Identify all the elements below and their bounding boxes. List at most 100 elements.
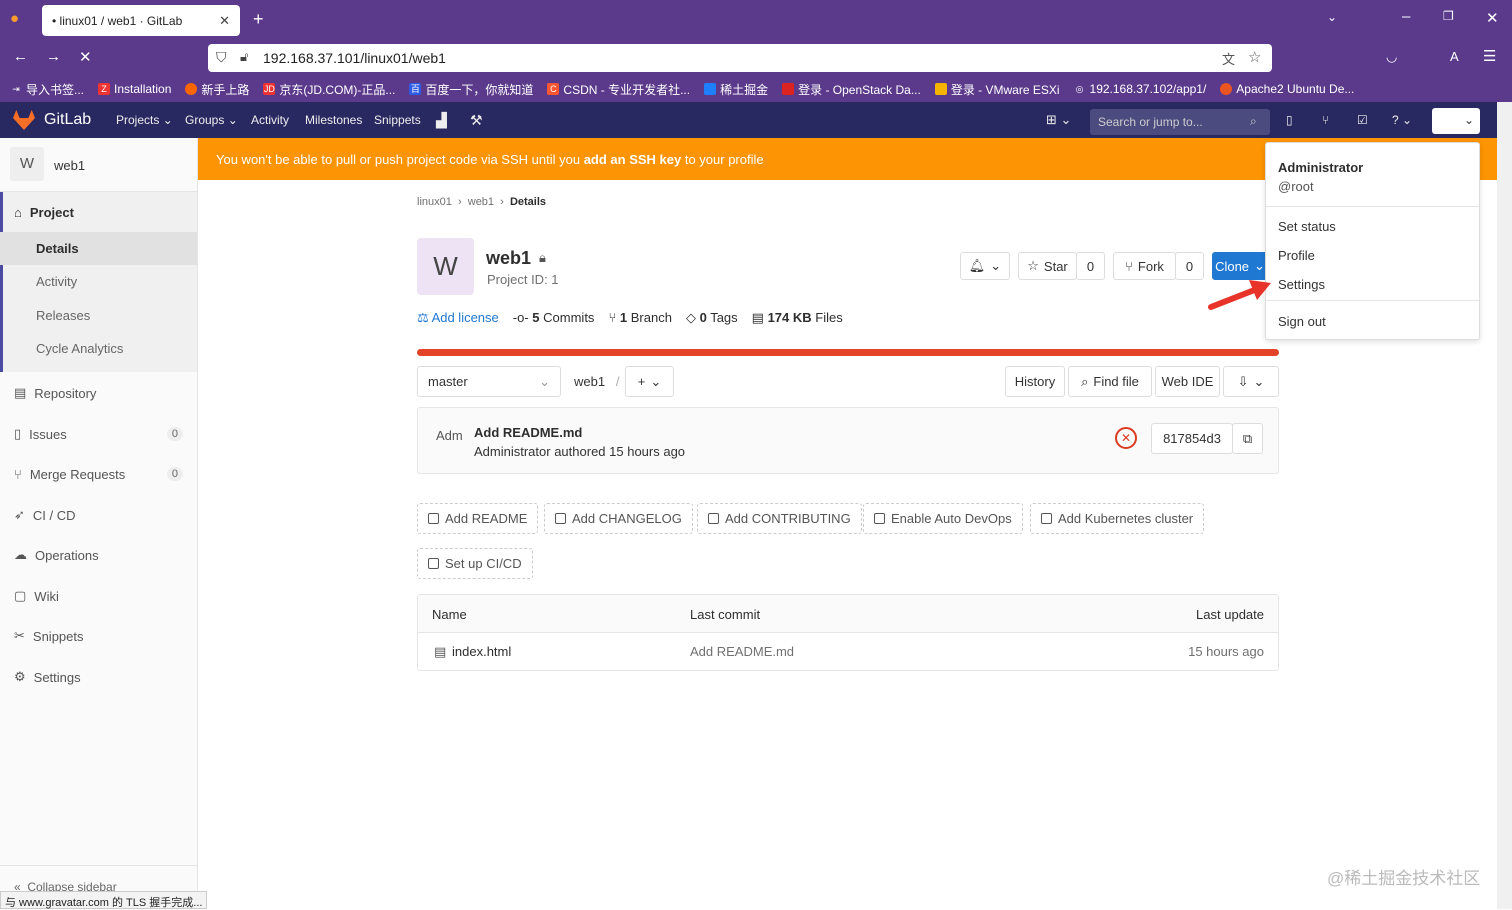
- search-input[interactable]: Search or jump to... ⌕: [1090, 109, 1270, 135]
- fork-count[interactable]: 0: [1175, 252, 1204, 280]
- translate-icon[interactable]: A: [1450, 49, 1459, 64]
- brand-name[interactable]: GitLab: [44, 111, 91, 129]
- bookmark-item[interactable]: Z Installation: [98, 82, 171, 96]
- copy-sha-button[interactable]: ⧉: [1232, 423, 1263, 454]
- menu-icon[interactable]: ☰: [1483, 47, 1496, 65]
- files-link[interactable]: ▤ 174 KB Files: [752, 310, 843, 326]
- sidebar-sub-activity[interactable]: Activity: [0, 265, 197, 298]
- star-button[interactable]: ☆ Star: [1018, 252, 1077, 280]
- star-count[interactable]: 0: [1076, 252, 1105, 280]
- wrench-icon[interactable]: ⚒: [470, 102, 483, 138]
- setup-ci-cd-button[interactable]: Set up CI/CD: [417, 548, 533, 579]
- bookmark-item[interactable]: 登录 - VMware ESXi: [934, 81, 1060, 98]
- add-ssh-key-link[interactable]: add an SSH key: [584, 152, 682, 167]
- nav-activity[interactable]: Activity: [251, 102, 289, 138]
- browser-tab[interactable]: • linux01 / web1 · GitLab ✕: [42, 5, 240, 36]
- sidebar-item-project[interactable]: ⌂ Project: [0, 192, 197, 232]
- breadcrumb-web1[interactable]: web1: [468, 196, 494, 208]
- clone-button[interactable]: Clone ⌄: [1212, 252, 1268, 280]
- pocket-icon[interactable]: ◡: [1386, 49, 1397, 65]
- sidebar-item-ci-cd[interactable]: ➶ CI / CD: [0, 495, 197, 535]
- sidebar-sub-details[interactable]: Details: [0, 232, 197, 265]
- tags-link[interactable]: ◇ 0 Tags: [686, 310, 738, 326]
- nav-groups[interactable]: Groups ⌄: [185, 102, 238, 138]
- address-bar[interactable]: ⛉ 🔓︎ 192.168.37.101/linux01/web1 文 ☆: [208, 44, 1272, 72]
- sidebar-item-snippets[interactable]: ✂ Snippets: [0, 616, 197, 656]
- bookmark-item[interactable]: C CSDN - 专业开发者社...: [547, 81, 690, 98]
- bookmark-item[interactable]: 稀土掘金: [704, 81, 768, 98]
- table-row[interactable]: ▤ index.html Add README.md 15 hours ago: [418, 633, 1278, 670]
- bookmark-item[interactable]: Apache2 Ubuntu De...: [1220, 82, 1354, 96]
- close-tab-icon[interactable]: ✕: [219, 13, 230, 29]
- translate-page-icon[interactable]: 文: [1222, 49, 1235, 68]
- commit-sha[interactable]: 817854d3: [1151, 423, 1233, 454]
- back-icon[interactable]: ←: [13, 48, 28, 65]
- notification-dropdown[interactable]: 🔔︎ ⌄: [960, 252, 1010, 280]
- merge-request-icon[interactable]: ⑂: [1322, 102, 1329, 138]
- page-scrollbar[interactable]: [1497, 102, 1512, 909]
- new-item-icon[interactable]: ⊞ ⌄: [1046, 102, 1071, 138]
- menu-set-status[interactable]: Set status: [1278, 219, 1336, 234]
- commit-author[interactable]: Administrator: [474, 444, 551, 459]
- file-name[interactable]: index.html: [452, 644, 511, 659]
- sidebar-sub-cycle-analytics[interactable]: Cycle Analytics: [0, 332, 197, 365]
- branch-link[interactable]: ⑂ 1 Branch: [608, 310, 672, 326]
- bookmark-item[interactable]: ⇥ 导入书签...: [10, 81, 84, 98]
- bookmark-item[interactable]: 登录 - OpenStack Da...: [782, 81, 921, 98]
- sidebar-item-merge-requests[interactable]: ⑂ Merge Requests 0: [0, 454, 197, 494]
- minimize-icon[interactable]: –: [1402, 8, 1410, 25]
- help-icon[interactable]: ? ⌄: [1392, 102, 1412, 138]
- forward-icon[interactable]: →: [46, 48, 61, 65]
- stop-icon[interactable]: ✕: [79, 48, 92, 66]
- sidebar-sub-releases[interactable]: Releases: [0, 299, 197, 332]
- new-tab-icon[interactable]: +: [253, 9, 264, 30]
- menu-settings[interactable]: Settings: [1278, 277, 1325, 292]
- find-file-button[interactable]: ⌕ Find file: [1068, 366, 1152, 397]
- sidebar-item-issues[interactable]: ▯ Issues 0: [0, 414, 197, 454]
- window-close-icon[interactable]: ✕: [1486, 9, 1499, 27]
- history-button[interactable]: History: [1005, 366, 1065, 397]
- sidebar-item-repository[interactable]: ▤ Repository: [0, 373, 197, 413]
- nav-snippets[interactable]: Snippets: [374, 102, 421, 138]
- bookmark-item[interactable]: ◎ 192.168.37.102/app1/: [1074, 82, 1207, 96]
- menu-sign-out[interactable]: Sign out: [1278, 314, 1326, 329]
- nav-milestones[interactable]: Milestones: [305, 102, 362, 138]
- breadcrumb-linux01[interactable]: linux01: [417, 196, 452, 208]
- author-avatar[interactable]: Adm: [436, 428, 462, 443]
- bookmark-item[interactable]: 百百度一下，你就知道: [409, 81, 533, 98]
- maximize-icon[interactable]: ❐: [1443, 9, 1454, 23]
- download-dropdown[interactable]: ⇩ ⌄: [1223, 366, 1279, 397]
- file-last-commit[interactable]: Add README.md: [690, 644, 794, 659]
- sidebar-item-settings[interactable]: ⚙ Settings: [0, 657, 197, 697]
- web-ide-button[interactable]: Web IDE: [1155, 366, 1220, 397]
- tracking-shield-icon[interactable]: ⛉: [216, 49, 227, 66]
- menu-profile[interactable]: Profile: [1278, 248, 1315, 263]
- branch-selector[interactable]: master ⌄: [417, 366, 561, 397]
- tab-list-icon[interactable]: ⌄: [1327, 10, 1337, 24]
- add-license-link[interactable]: ⚖ Add license: [417, 310, 499, 326]
- user-avatar-button[interactable]: ⌄: [1432, 108, 1480, 134]
- sidebar-project-name[interactable]: web1: [54, 158, 85, 173]
- add-to-tree-button[interactable]: + ⌄: [625, 366, 674, 397]
- todo-icon[interactable]: ☑: [1357, 102, 1368, 138]
- enable-auto-devops-button[interactable]: Enable Auto DevOps: [863, 503, 1023, 534]
- bookmark-item[interactable]: JD 京东(JD.COM)-正品...: [263, 81, 395, 98]
- sidebar-item-wiki[interactable]: ▢ Wiki: [0, 576, 197, 616]
- project-avatar[interactable]: W: [10, 147, 44, 181]
- commits-link[interactable]: -o- 5 Commits: [513, 310, 595, 326]
- fork-button[interactable]: ⑂ Fork: [1113, 252, 1176, 280]
- bookmark-item[interactable]: 新手上路: [185, 81, 249, 98]
- pipeline-failed-icon[interactable]: ✕: [1115, 427, 1137, 449]
- issues-icon[interactable]: ▯: [1286, 102, 1293, 138]
- add-kubernetes-button[interactable]: Add Kubernetes cluster: [1030, 503, 1205, 534]
- nav-projects[interactable]: Projects ⌄: [116, 102, 173, 138]
- gitlab-logo-icon[interactable]: [13, 110, 35, 130]
- lock-insecure-icon[interactable]: 🔓︎: [240, 49, 248, 65]
- sidebar-item-operations[interactable]: ☁ Operations: [0, 535, 197, 575]
- chart-icon[interactable]: ▟: [436, 102, 447, 138]
- bookmark-star-icon[interactable]: ☆: [1248, 48, 1261, 66]
- path-web1[interactable]: web1: [574, 374, 605, 389]
- add-readme-button[interactable]: Add README: [417, 503, 539, 534]
- add-changelog-button[interactable]: Add CHANGELOG: [544, 503, 693, 534]
- commit-title[interactable]: Add README.md: [474, 425, 582, 440]
